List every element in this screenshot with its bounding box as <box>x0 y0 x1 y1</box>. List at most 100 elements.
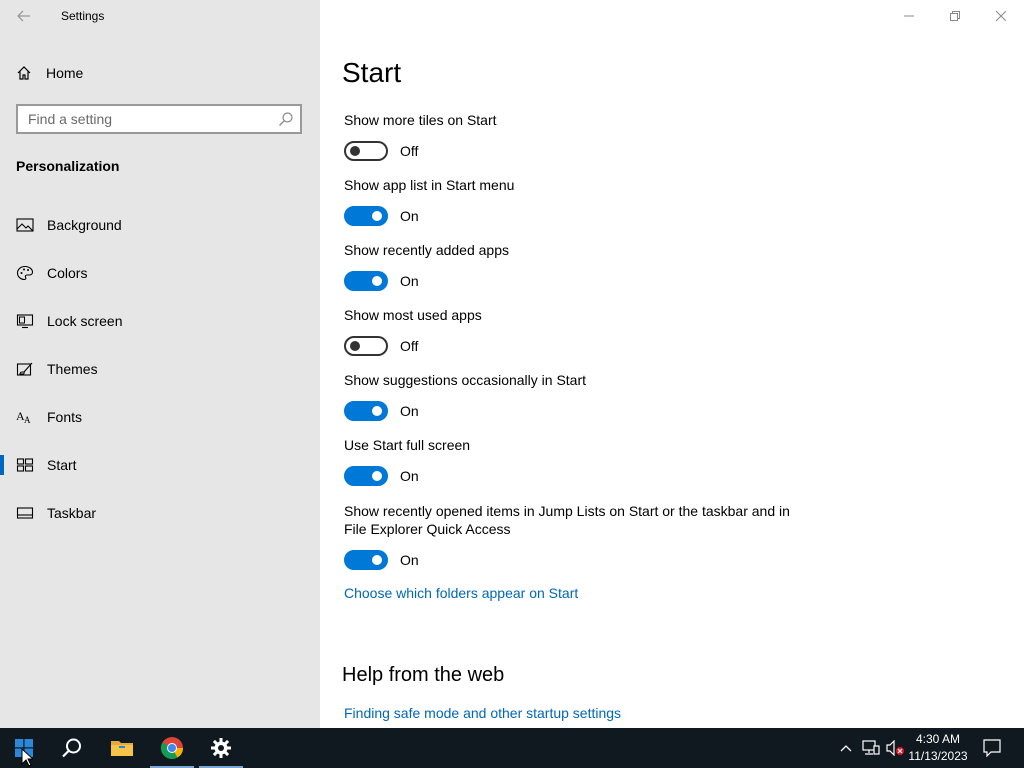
setting-label: Show recently opened items in Jump Lists… <box>344 503 790 537</box>
setting-more-tiles: Show more tiles on Start Off <box>344 111 804 161</box>
toggle-knob <box>372 276 382 286</box>
sidebar-item-lock-screen[interactable]: Lock screen <box>0 301 320 341</box>
home-nav-item[interactable]: Home <box>16 61 83 85</box>
taskbar-clock[interactable]: 4:30 AM 11/13/2023 <box>900 731 976 765</box>
restore-icon <box>950 11 960 21</box>
toggle-switch[interactable] <box>344 206 388 226</box>
brush-icon <box>16 362 33 376</box>
sidebar-item-start[interactable]: Start <box>0 445 320 485</box>
toggle-switch[interactable] <box>344 550 388 570</box>
sidebar-item-label: Start <box>47 457 77 473</box>
font-icon: AA <box>16 409 31 425</box>
close-button[interactable] <box>978 0 1024 32</box>
search-icon[interactable] <box>278 111 294 127</box>
settings-content: Start Show more tiles on Start Off Show … <box>320 0 1024 728</box>
search-icon <box>62 738 81 758</box>
sidebar-item-label: Colors <box>47 265 88 281</box>
network-tray-button[interactable] <box>860 728 882 768</box>
setting-label: Show more tiles on Start <box>344 112 497 128</box>
clock-time: 4:30 AM <box>915 732 961 746</box>
chrome-icon <box>161 737 183 759</box>
setting-most-used: Show most used apps Off <box>344 306 804 356</box>
file-explorer-taskbar-button[interactable] <box>98 728 146 768</box>
sidebar-item-label: Lock screen <box>47 313 123 329</box>
help-section-title: Help from the web <box>342 664 505 686</box>
app-title: Settings <box>61 9 105 23</box>
chevron-up-icon <box>840 745 852 752</box>
title-bar: Settings <box>0 0 320 32</box>
help-link-safe-mode[interactable]: Finding safe mode and other startup sett… <box>344 705 621 721</box>
settings-taskbar-button[interactable] <box>197 728 245 768</box>
clock-date: 11/13/2023 <box>908 749 968 763</box>
toggle-state: On <box>400 273 419 289</box>
choose-folders-link[interactable]: Choose which folders appear on Start <box>344 585 578 601</box>
toggle-switch[interactable] <box>344 336 388 356</box>
toggle-switch[interactable] <box>344 401 388 421</box>
setting-label: Show app list in Start menu <box>344 177 515 193</box>
setting-label: Show recently added apps <box>344 242 509 258</box>
file-explorer-icon <box>111 741 133 756</box>
setting-recently-added: Show recently added apps On <box>344 241 804 291</box>
toggle-state: On <box>400 208 419 224</box>
sidebar-item-label: Taskbar <box>47 505 97 521</box>
settings-sidebar: Settings Home Personalization Background… <box>0 0 320 728</box>
sidebar-item-label: Background <box>47 217 122 233</box>
setting-jump-lists: Show recently opened items in Jump Lists… <box>344 502 794 570</box>
close-icon <box>996 11 1006 21</box>
home-icon <box>17 66 31 80</box>
sidebar-item-fonts[interactable]: AA Fonts <box>0 397 320 437</box>
sidebar-item-label: Fonts <box>47 409 83 425</box>
sidebar-item-label: Themes <box>47 361 98 377</box>
restore-button[interactable] <box>932 0 978 32</box>
toggle-state: On <box>400 468 419 484</box>
back-button[interactable] <box>10 4 38 28</box>
toggle-switch[interactable] <box>344 141 388 161</box>
home-label: Home <box>46 65 84 81</box>
toggle-state: Off <box>400 338 419 354</box>
sidebar-item-background[interactable]: Background <box>0 205 320 245</box>
chrome-taskbar-button[interactable] <box>148 728 196 768</box>
minimize-icon <box>904 15 914 17</box>
palette-icon <box>16 265 34 281</box>
setting-suggestions: Show suggestions occasionally in Start O… <box>344 371 804 421</box>
toggle-switch[interactable] <box>344 466 388 486</box>
setting-label: Show suggestions occasionally in Start <box>344 372 587 388</box>
setting-label: Use Start full screen <box>344 437 471 453</box>
action-center-icon <box>983 739 1001 757</box>
toggle-knob <box>372 211 382 221</box>
picture-icon <box>16 218 34 232</box>
sidebar-item-colors[interactable]: Colors <box>0 253 320 293</box>
start-button[interactable] <box>0 728 48 768</box>
start-tiles-icon <box>16 458 34 472</box>
settings-gear-icon <box>211 738 231 758</box>
setting-app-list: Show app list in Start menu On <box>344 176 804 226</box>
sidebar-item-taskbar[interactable]: Taskbar <box>0 493 320 533</box>
minimize-button[interactable] <box>886 0 932 32</box>
toggle-knob <box>372 471 382 481</box>
toggle-state: Off <box>400 143 419 159</box>
arrow-left-icon <box>17 10 30 22</box>
taskbar-icon <box>16 507 34 519</box>
page-title: Start <box>342 57 402 88</box>
search-input[interactable] <box>28 111 268 127</box>
mouse-cursor-icon <box>21 748 33 767</box>
network-icon <box>862 740 880 755</box>
toggle-knob <box>372 555 382 565</box>
taskbar: 4:30 AM 11/13/2023 <box>0 728 1024 768</box>
toggle-knob <box>350 341 360 351</box>
setting-full-screen: Use Start full screen On <box>344 436 804 486</box>
monitor-icon <box>16 314 34 329</box>
section-title: Personalization <box>16 158 120 174</box>
toggle-knob <box>372 406 382 416</box>
svg-text:A: A <box>24 415 31 425</box>
toggle-state: On <box>400 552 419 568</box>
search-box[interactable] <box>16 104 302 134</box>
toggle-state: On <box>400 403 419 419</box>
sidebar-item-themes[interactable]: Themes <box>0 349 320 389</box>
toggle-switch[interactable] <box>344 271 388 291</box>
setting-label: Show most used apps <box>344 307 482 323</box>
toggle-knob <box>350 146 360 156</box>
search-taskbar-button[interactable] <box>48 728 96 768</box>
show-hidden-icons-button[interactable] <box>836 728 856 768</box>
action-center-button[interactable] <box>978 728 1006 768</box>
